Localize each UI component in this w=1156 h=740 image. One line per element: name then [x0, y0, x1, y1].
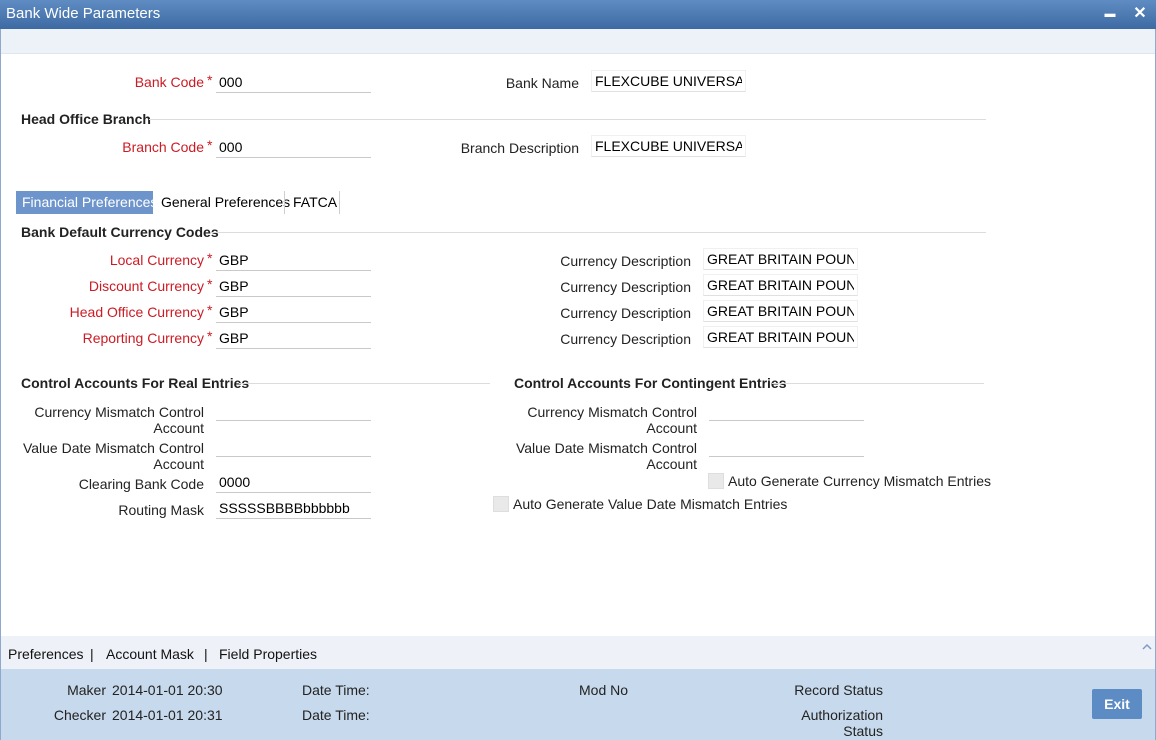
- contingent-currency-mismatch-label-2: Account: [646, 420, 697, 436]
- divider: [212, 232, 986, 233]
- authorization-status-label: Authorization: [801, 707, 883, 723]
- bank-name-label: Bank Name: [505, 75, 579, 91]
- head-office-currency-input[interactable]: [216, 301, 371, 323]
- clearing-bank-code-input[interactable]: [216, 471, 371, 493]
- bank-name-input[interactable]: [591, 70, 746, 92]
- real-entries-title: Control Accounts For Real Entries: [21, 375, 250, 391]
- currency-description-label: Currency Description: [560, 305, 691, 321]
- tab-separator: [339, 191, 340, 214]
- bank-code-input[interactable]: [216, 71, 371, 93]
- discount-currency-input[interactable]: [216, 275, 371, 297]
- head-office-title: Head Office Branch: [21, 111, 151, 127]
- account-mask-link[interactable]: Account Mask: [106, 646, 194, 662]
- reporting-currency-input[interactable]: [216, 327, 371, 349]
- value-date-mismatch-label-2: Account: [153, 456, 204, 472]
- branch-description-input[interactable]: [591, 135, 746, 157]
- auto-generate-currency-mismatch-label: Auto Generate Currency Mismatch Entries: [728, 473, 991, 489]
- local-currency-label: Local Currency: [109, 252, 204, 268]
- tab-fatca[interactable]: FATCA: [287, 191, 343, 214]
- currency-description-label: Currency Description: [560, 253, 691, 269]
- toolbar-strip: [1, 29, 1155, 54]
- auto-generate-value-date-mismatch-label: Auto Generate Value Date Mismatch Entrie…: [513, 496, 788, 512]
- head-office-currency-label: Head Office Currency: [69, 304, 204, 320]
- required-star: *: [207, 328, 213, 344]
- checker-label: Checker: [53, 707, 106, 723]
- bottom-links-bar: Preferences | Account Mask | Field Prope…: [1, 636, 1155, 669]
- required-star: *: [207, 276, 213, 292]
- divider: [239, 383, 490, 384]
- contingent-value-date-label: Value Date Mismatch Control: [515, 440, 697, 456]
- audit-footer: Maker 2014-01-01 20:30 Checker 2014-01-0…: [0, 669, 1156, 740]
- head-office-currency-description[interactable]: [703, 300, 858, 322]
- title-bar: Bank Wide Parameters ▬ ✕: [0, 0, 1156, 29]
- clearing-bank-code-label: Clearing Bank Code: [78, 476, 204, 492]
- maker-date-time-label: Date Time:: [302, 682, 370, 698]
- currency-description-label: Currency Description: [560, 279, 691, 295]
- chevron-up-icon[interactable]: [1141, 642, 1153, 652]
- link-separator: |: [90, 646, 94, 662]
- required-star: *: [207, 72, 213, 88]
- routing-mask-input[interactable]: [216, 497, 371, 519]
- window-title: Bank Wide Parameters: [6, 5, 161, 22]
- discount-currency-description[interactable]: [703, 274, 858, 296]
- routing-mask-label: Routing Mask: [118, 502, 204, 518]
- value-date-mismatch-account-input[interactable]: [216, 435, 371, 457]
- preferences-link[interactable]: Preferences: [8, 646, 83, 662]
- contingent-value-date-label-2: Account: [646, 456, 697, 472]
- field-properties-link[interactable]: Field Properties: [219, 646, 317, 662]
- required-star: *: [207, 250, 213, 266]
- currency-section-title: Bank Default Currency Codes: [21, 224, 219, 240]
- exit-button[interactable]: Exit: [1092, 689, 1142, 719]
- auto-generate-currency-mismatch-checkbox[interactable]: [708, 473, 724, 489]
- divider: [772, 383, 984, 384]
- value-date-mismatch-label: Value Date Mismatch Control: [22, 440, 204, 456]
- branch-code-input[interactable]: [216, 136, 371, 158]
- record-status-label: Record Status: [794, 682, 883, 698]
- contingent-currency-mismatch-label: Currency Mismatch Control: [527, 404, 697, 420]
- reporting-currency-description[interactable]: [703, 326, 858, 348]
- currency-mismatch-account-input[interactable]: [216, 399, 371, 421]
- currency-mismatch-label-2: Account: [153, 420, 204, 436]
- contingent-entries-title: Control Accounts For Contingent Entries: [514, 375, 787, 391]
- discount-currency-label: Discount Currency: [88, 278, 204, 294]
- mod-no-label: Mod No: [579, 682, 629, 698]
- branch-description-label: Branch Description: [460, 140, 579, 156]
- tab-general-preferences[interactable]: General Preferences: [155, 191, 296, 214]
- link-separator: |: [204, 646, 208, 662]
- bank-code-label: Bank Code: [134, 74, 204, 90]
- local-currency-description[interactable]: [703, 248, 858, 270]
- checker-date-time-label: Date Time:: [302, 707, 370, 723]
- checker-value: 2014-01-01 20:31: [112, 707, 223, 723]
- required-star: *: [207, 302, 213, 318]
- close-icon[interactable]: ✕: [1130, 4, 1150, 24]
- maker-value: 2014-01-01 20:30: [112, 682, 223, 698]
- contingent-currency-mismatch-input[interactable]: [709, 399, 864, 421]
- tab-financial-preferences[interactable]: Financial Preferences: [16, 191, 157, 214]
- divider: [149, 119, 986, 120]
- local-currency-input[interactable]: [216, 249, 371, 271]
- auto-generate-value-date-mismatch-checkbox[interactable]: [493, 496, 509, 512]
- contingent-value-date-input[interactable]: [709, 435, 864, 457]
- tab-separator: [284, 191, 285, 214]
- branch-code-label: Branch Code: [122, 139, 204, 155]
- currency-description-label: Currency Description: [560, 331, 691, 347]
- minimize-icon[interactable]: ▬: [1100, 4, 1120, 24]
- required-star: *: [207, 137, 213, 153]
- currency-mismatch-label: Currency Mismatch Control: [34, 404, 204, 420]
- authorization-status-label-2: Status: [843, 723, 883, 739]
- maker-label: Maker: [67, 682, 106, 698]
- reporting-currency-label: Reporting Currency: [82, 330, 204, 346]
